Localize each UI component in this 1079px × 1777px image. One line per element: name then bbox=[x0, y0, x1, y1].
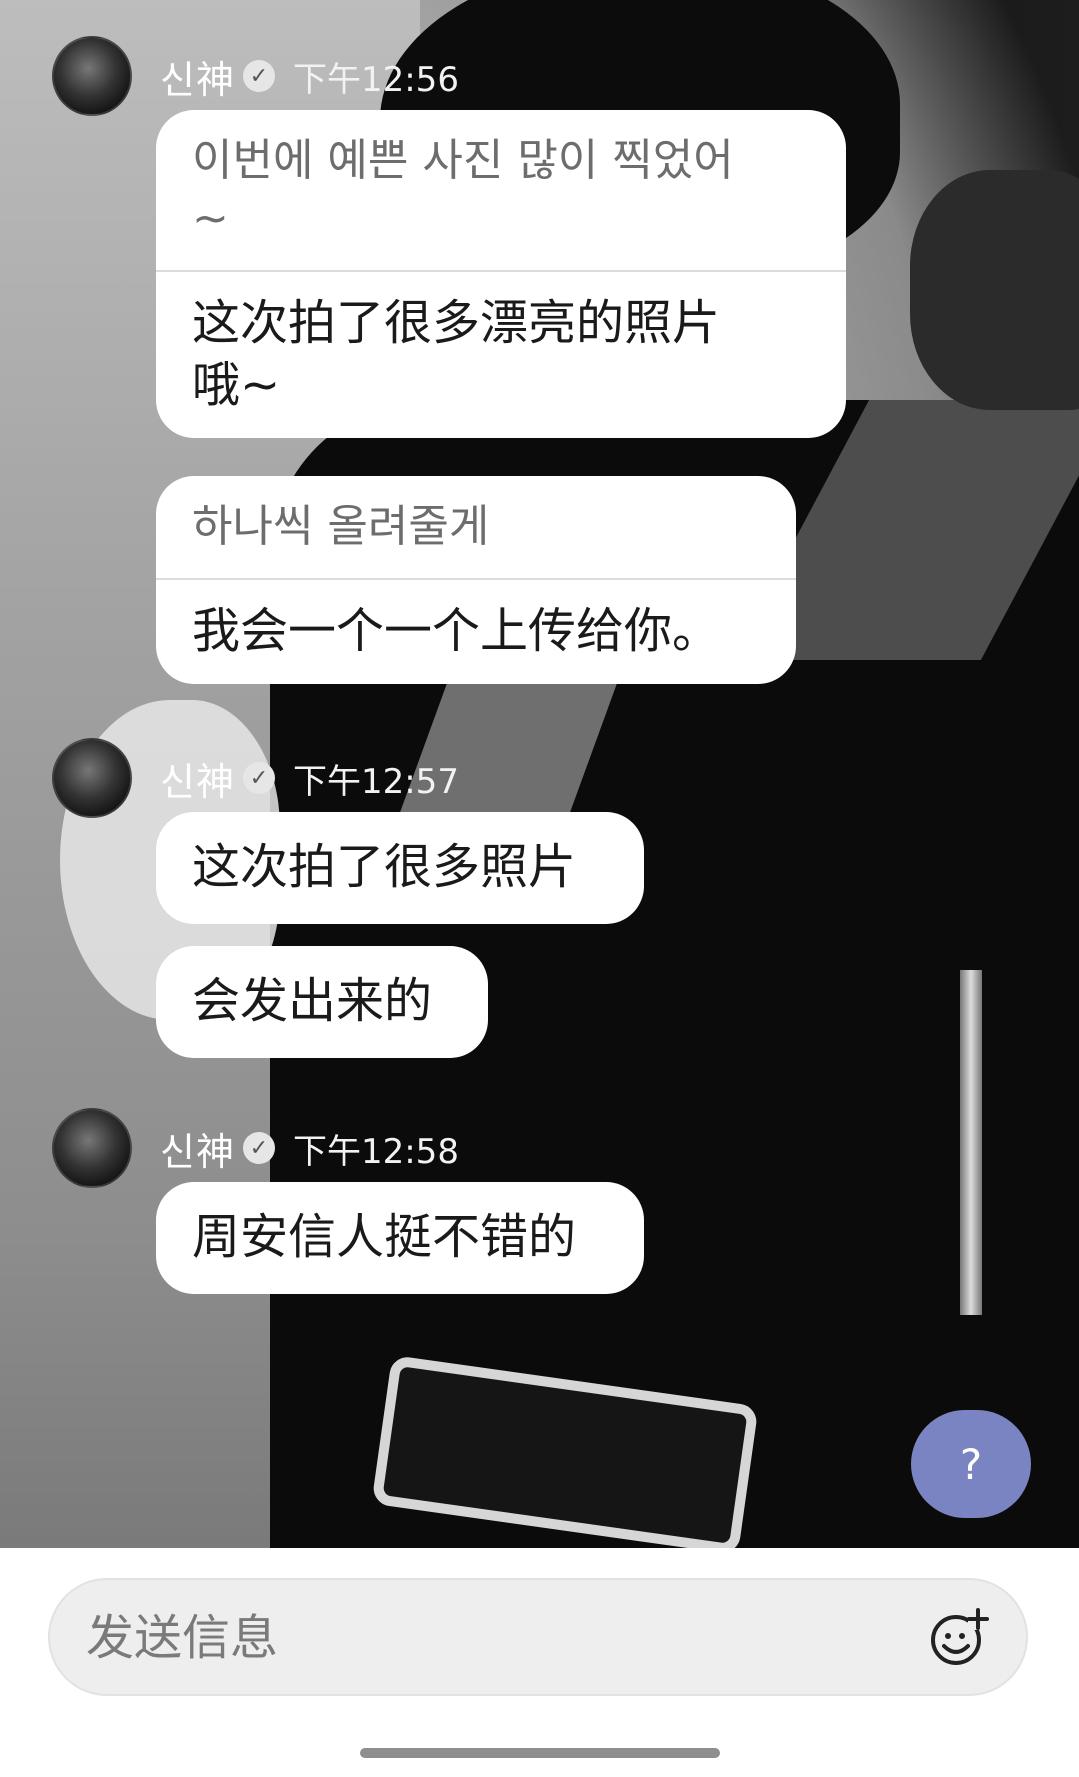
message-bubble[interactable]: 周安信人挺不错的 bbox=[156, 1182, 644, 1294]
avatar[interactable] bbox=[52, 36, 132, 116]
message-composer-bar bbox=[0, 1548, 1079, 1777]
original-text: 하나씩 올려줄게 bbox=[192, 501, 490, 552]
add-emoji-icon[interactable] bbox=[928, 1606, 990, 1668]
message-text: 这次拍了很多照片 bbox=[192, 839, 577, 895]
sender-name: 신神 bbox=[160, 57, 235, 102]
message-bubble[interactable]: 会发出来的 bbox=[156, 946, 488, 1058]
translated-text: 这次拍了很多漂亮的照片 哦~ bbox=[192, 295, 721, 413]
avatar[interactable] bbox=[52, 1108, 132, 1188]
message-header: 신神 ✓ 下午12:58 bbox=[52, 1108, 459, 1188]
message-bubble[interactable]: 하나씩 올려줄게 我会一个一个上传给你。 bbox=[156, 476, 796, 684]
verified-badge-icon: ✓ bbox=[242, 1132, 275, 1164]
message-text: 周安信人挺不错的 bbox=[192, 1209, 577, 1265]
verified-badge-icon: ✓ bbox=[242, 762, 275, 794]
message-bubble[interactable]: 이번에 예쁜 사진 많이 찍었어 ~ 这次拍了很多漂亮的照片 哦~ bbox=[156, 110, 846, 438]
message-time: 下午12:58 bbox=[292, 1131, 459, 1172]
message-header: 신神 ✓ 下午12:56 bbox=[52, 36, 459, 116]
message-input-container[interactable] bbox=[48, 1578, 1028, 1696]
translated-text: 我会一个一个上传给你。 bbox=[192, 603, 721, 659]
message-time: 下午12:57 bbox=[292, 761, 459, 802]
message-input[interactable] bbox=[84, 1600, 908, 1676]
verified-badge-icon: ✓ bbox=[242, 60, 275, 92]
home-indicator bbox=[360, 1748, 720, 1758]
message-text: 会发出来的 bbox=[192, 973, 433, 1029]
message-bubble[interactable]: 这次拍了很多照片 bbox=[156, 812, 644, 924]
message-header: 신神 ✓ 下午12:57 bbox=[52, 738, 459, 818]
original-text: 이번에 예쁜 사진 많이 찍었어 ~ bbox=[192, 135, 734, 244]
sender-name: 신神 bbox=[160, 1129, 235, 1174]
message-time: 下午12:56 bbox=[292, 59, 459, 100]
help-button-label: ? bbox=[959, 1439, 983, 1489]
sender-name: 신神 bbox=[160, 759, 235, 804]
help-button[interactable]: ? bbox=[911, 1410, 1031, 1518]
avatar[interactable] bbox=[52, 738, 132, 818]
